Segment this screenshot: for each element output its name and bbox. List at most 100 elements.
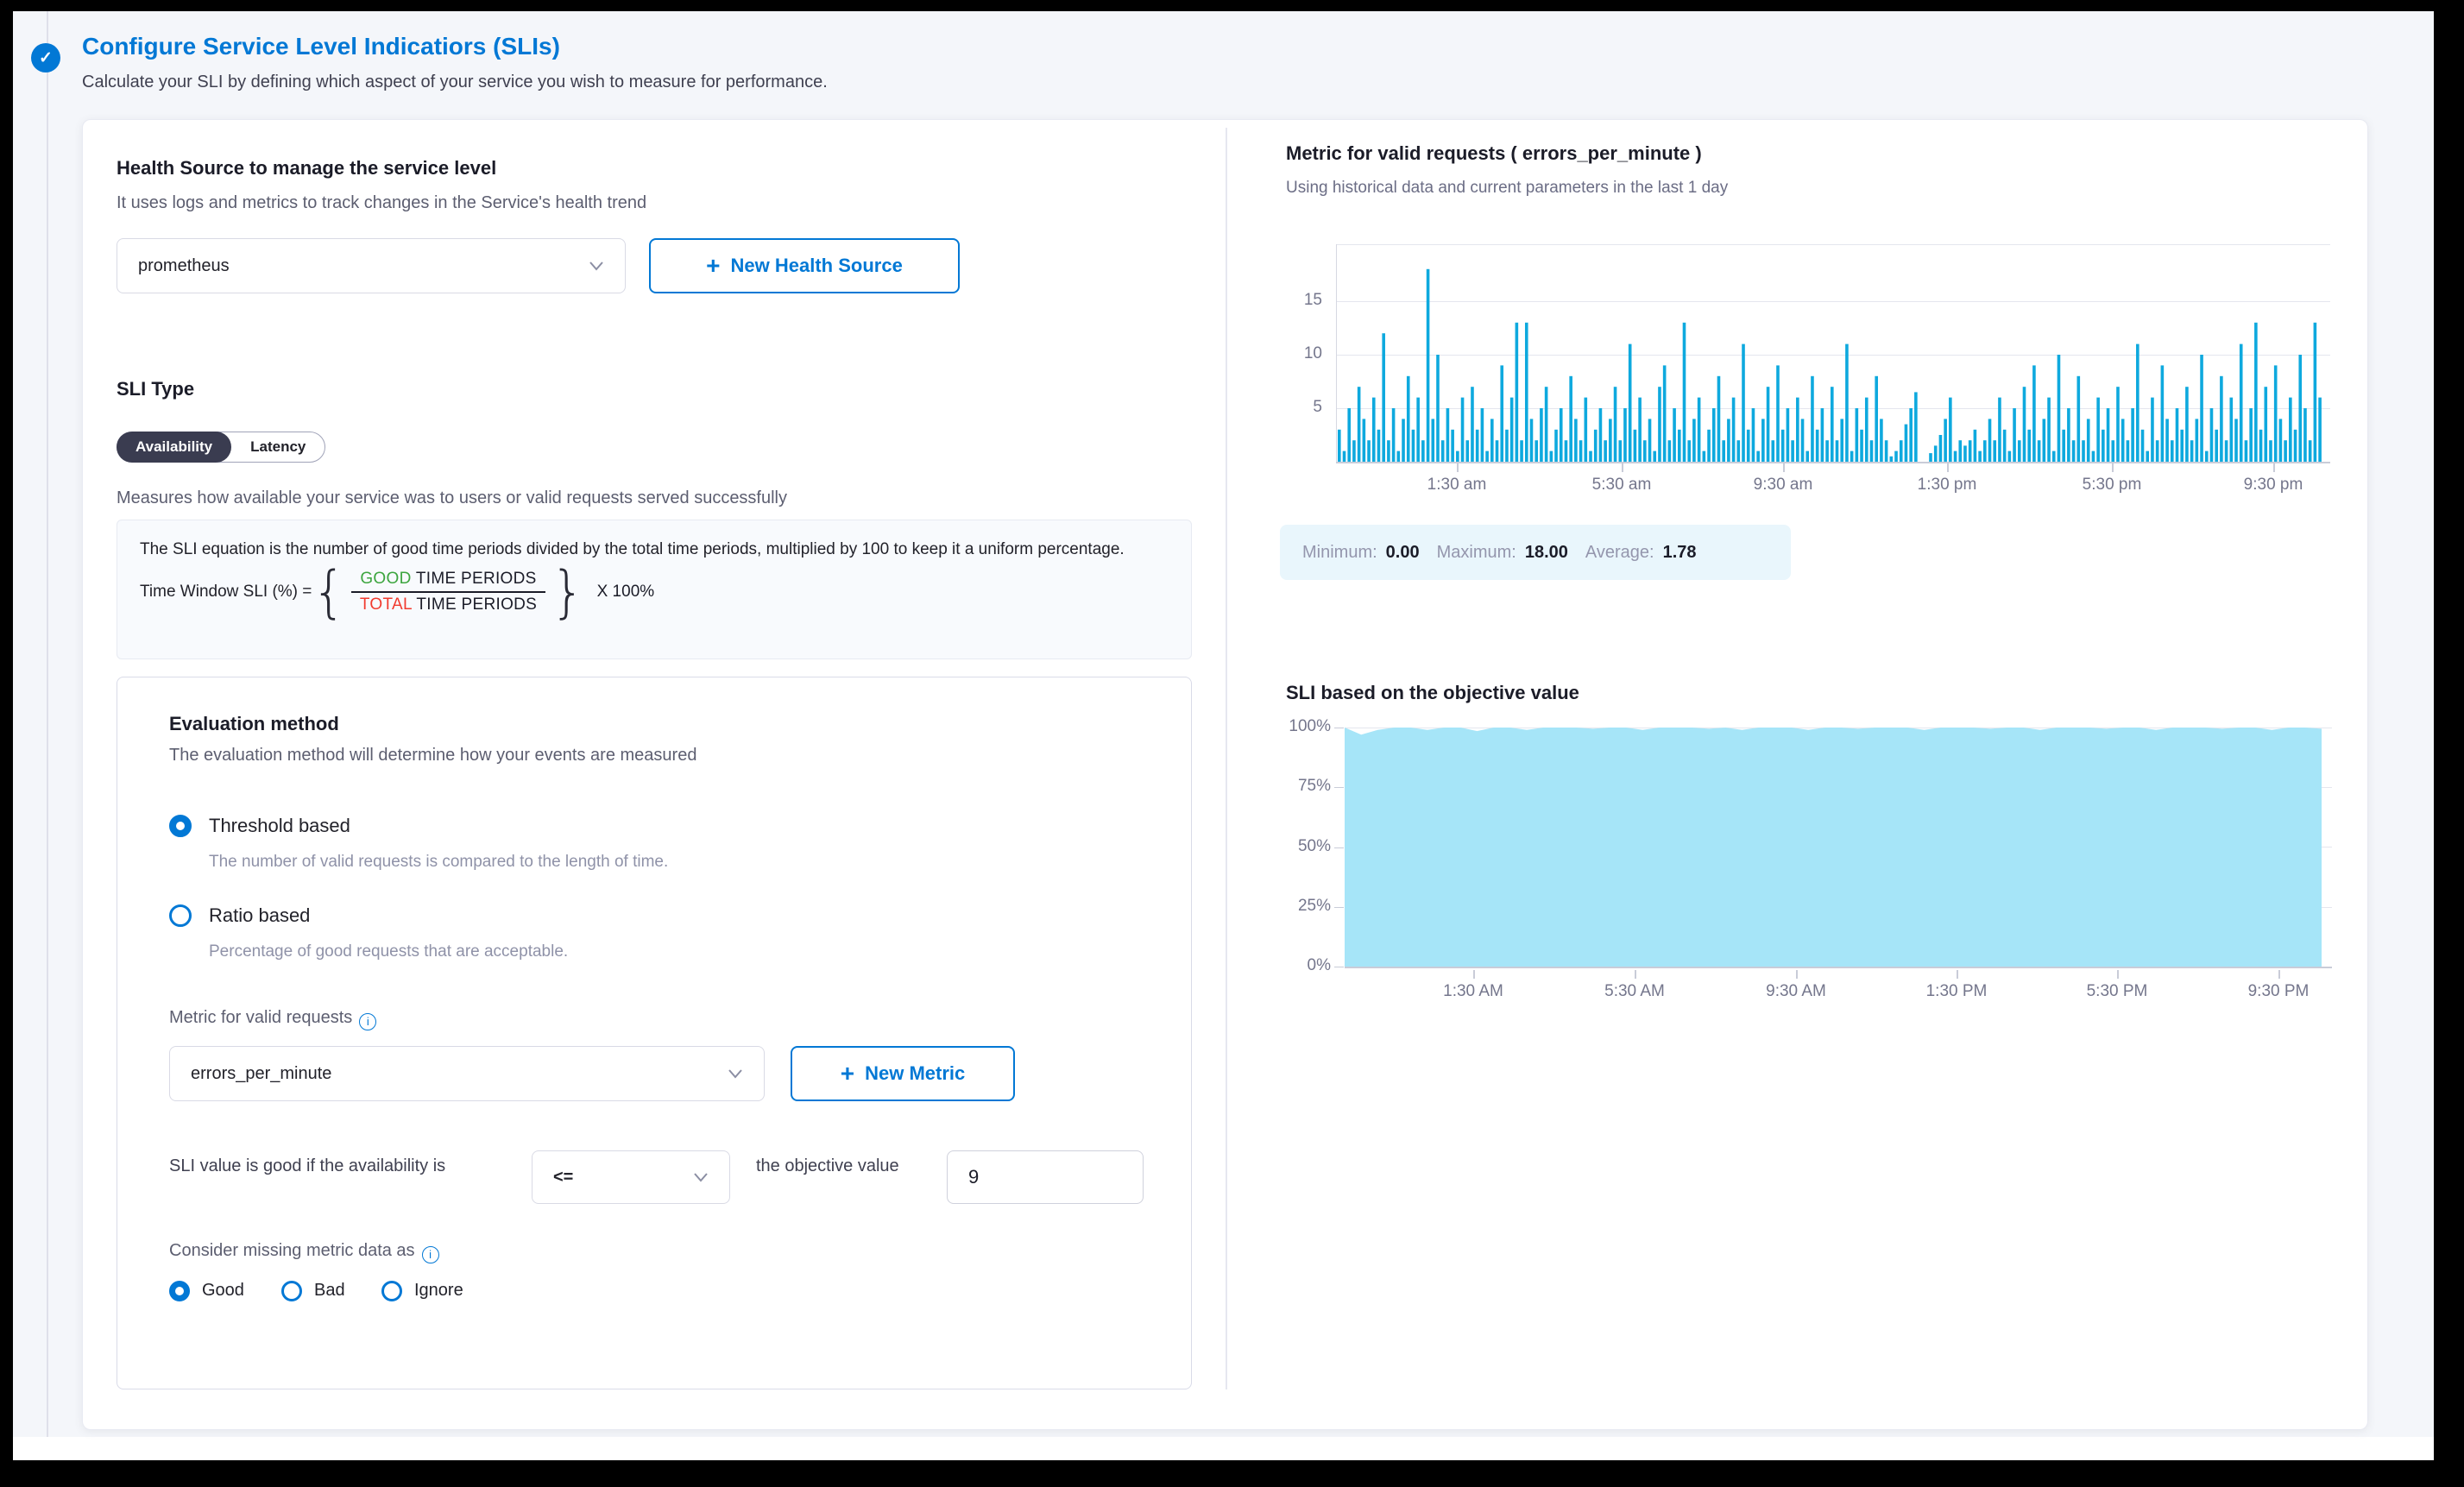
x-tick-label: 9:30 am xyxy=(1754,476,1813,495)
metric-x-axis: 1:30 am 5:30 am 9:30 am 1:30 pm 5:30 pm 9:30 … xyxy=(1338,462,2332,505)
missing-good-radio[interactable] xyxy=(169,1281,190,1301)
missing-ignore-radio[interactable] xyxy=(381,1281,402,1301)
minimum-value: 0.00 xyxy=(1386,543,1420,563)
sli-type-toggle: Availability Latency xyxy=(117,432,325,463)
missing-metric-data-label: Consider missing metric data as xyxy=(169,1241,439,1263)
sli-type-heading: SLI Type xyxy=(117,378,194,400)
average-label: Average: xyxy=(1585,543,1654,563)
x-tick-label: 9:30 AM xyxy=(1766,982,1826,1001)
plus-icon xyxy=(706,254,720,279)
threshold-based-radio[interactable] xyxy=(169,815,192,837)
metric-bars xyxy=(1338,244,2323,462)
page-title: Configure Service Level Indicatiors (SLI… xyxy=(82,33,560,60)
x-tick xyxy=(2117,970,2119,979)
valid-requests-metric-select[interactable]: errors_per_minute xyxy=(169,1046,765,1101)
new-metric-button[interactable]: New Metric xyxy=(791,1046,1015,1101)
fraction-numerator: GOOD TIME PERIODS xyxy=(351,567,545,593)
objective-sentence-after: the objective value xyxy=(756,1153,929,1179)
ratio-based-radio[interactable] xyxy=(169,904,192,927)
new-health-source-button[interactable]: New Health Source xyxy=(649,238,960,293)
new-metric-label: New Metric xyxy=(865,1062,965,1085)
metric-preview-title: Metric for valid requests ( errors_per_m… xyxy=(1286,142,1702,165)
metric-for-valid-requests-label: Metric for valid requests xyxy=(169,1008,376,1030)
formula-multiplier: X 100% xyxy=(597,583,655,602)
y-tick-label: 100% xyxy=(1262,717,1331,736)
comparator-value: <= xyxy=(553,1168,693,1188)
info-icon[interactable] xyxy=(359,1013,376,1030)
x-tick-label: 5:30 pm xyxy=(2083,476,2142,495)
x-tick xyxy=(1947,463,1949,472)
sli-equation-description: The SLI equation is the number of good t… xyxy=(140,538,1158,562)
sli-type-description: Measures how available your service was … xyxy=(117,488,787,508)
missing-ignore-label: Ignore xyxy=(414,1281,463,1301)
y-tick xyxy=(1334,907,1344,908)
column-divider xyxy=(1226,128,1227,1389)
page-subtitle: Calculate your SLI by defining which asp… xyxy=(82,72,828,92)
y-tick-label: 75% xyxy=(1262,777,1331,796)
x-tick-label: 9:30 PM xyxy=(2248,982,2310,1001)
y-tick xyxy=(1334,787,1344,788)
objective-value-input[interactable] xyxy=(947,1150,1144,1204)
y-tick-label: 0% xyxy=(1262,956,1331,975)
formula-fraction: GOOD TIME PERIODS TOTAL TIME PERIODS xyxy=(351,567,545,617)
wizard-step-connector xyxy=(47,11,48,1437)
x-tick xyxy=(1635,970,1636,979)
x-tick-label: 1:30 pm xyxy=(1918,476,1977,495)
x-tick xyxy=(1783,463,1785,472)
ratio-based-label: Ratio based xyxy=(209,904,310,927)
threshold-based-label: Threshold based xyxy=(209,815,350,837)
x-tick xyxy=(1622,463,1623,472)
valid-requests-metric-value: errors_per_minute xyxy=(191,1064,728,1084)
x-tick-label: 5:30 AM xyxy=(1604,982,1665,1001)
sli-chart-title: SLI based on the objective value xyxy=(1286,682,1579,704)
fraction-denominator: TOTAL TIME PERIODS xyxy=(351,593,545,617)
y-tick-label: 50% xyxy=(1262,837,1331,856)
page-bottom-strip xyxy=(13,1437,2434,1460)
x-tick xyxy=(2273,463,2275,472)
evaluation-method-description: The evaluation method will determine how… xyxy=(169,746,696,766)
right-brace: } xyxy=(551,567,584,618)
x-tick-label: 1:30 am xyxy=(1427,476,1487,495)
maximum-value: 18.00 xyxy=(1525,543,1568,563)
info-icon[interactable] xyxy=(422,1246,439,1263)
y-tick-label: 10 xyxy=(1253,344,1322,363)
chevron-down-icon xyxy=(589,261,604,271)
new-health-source-label: New Health Source xyxy=(731,255,903,277)
x-tick xyxy=(1796,970,1798,979)
step-complete-check-icon xyxy=(31,43,60,72)
health-source-heading: Health Source to manage the service leve… xyxy=(117,157,496,180)
x-tick-label: 1:30 AM xyxy=(1443,982,1503,1001)
x-tick xyxy=(2112,463,2114,472)
x-tick-label: 9:30 pm xyxy=(2244,476,2303,495)
x-tick-label: 5:30 PM xyxy=(2087,982,2148,1001)
missing-bad-radio[interactable] xyxy=(281,1281,302,1301)
health-source-selected-value: prometheus xyxy=(138,256,589,276)
maximum-label: Maximum: xyxy=(1437,543,1516,563)
x-tick xyxy=(1473,970,1475,979)
threshold-based-description: The number of valid requests is compared… xyxy=(209,853,668,872)
y-tick-label: 25% xyxy=(1262,897,1331,916)
minimum-label: Minimum: xyxy=(1302,543,1377,563)
x-tick xyxy=(1957,970,1958,979)
formula-label: Time Window SLI (%) = xyxy=(140,583,312,602)
chevron-down-icon xyxy=(728,1068,743,1079)
sli-equation-box: The SLI equation is the number of good t… xyxy=(117,520,1192,659)
app-screen: Configure Service Level Indicatiors (SLI… xyxy=(0,0,2464,1487)
left-brace: { xyxy=(312,567,345,618)
sli-equation-formula: Time Window SLI (%) = { GOOD TIME PERIOD… xyxy=(140,567,1169,617)
sli-type-option-availability[interactable]: Availability xyxy=(117,432,231,463)
x-tick xyxy=(1457,463,1459,472)
comparator-select[interactable]: <= xyxy=(532,1150,730,1204)
health-source-select[interactable]: prometheus xyxy=(117,238,626,293)
sli-type-option-latency[interactable]: Latency xyxy=(231,432,325,463)
x-tick xyxy=(2278,970,2280,979)
x-tick-label: 5:30 am xyxy=(1592,476,1652,495)
objective-sentence-before: SLI value is good if the availability is xyxy=(169,1153,514,1179)
sli-x-axis: 1:30 AM5:30 AM9:30 AM1:30 PM5:30 PM9:30 … xyxy=(1345,968,2332,1011)
missing-good-label: Good xyxy=(202,1281,244,1301)
metric-stats: Minimum: 0.00 Maximum: 18.00 Average: 1.… xyxy=(1280,525,1791,580)
ratio-based-description: Percentage of good requests that are acc… xyxy=(209,942,568,961)
y-tick-label: 5 xyxy=(1253,398,1322,417)
chevron-down-icon xyxy=(693,1172,709,1182)
plus-icon xyxy=(841,1062,854,1087)
